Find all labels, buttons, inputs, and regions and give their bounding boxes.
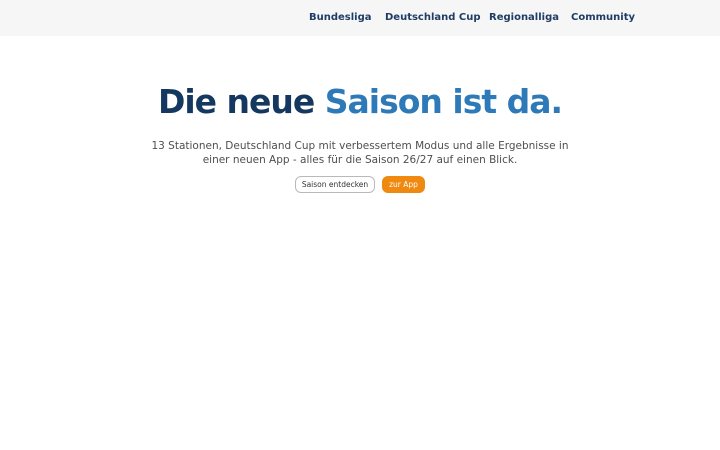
nav-item-regionalliga[interactable]: Regionalliga (489, 12, 559, 23)
headline-part-accent: Saison ist da. (324, 82, 563, 121)
nav-item-deutschland-cup[interactable]: Deutschland Cup (385, 12, 481, 23)
headline-part-dark: Die neue (157, 82, 315, 121)
open-app-button[interactable]: zur App (382, 176, 425, 193)
hero-headline: Die neue Saison ist da. (0, 82, 720, 121)
nav-item-community[interactable]: Community (571, 12, 635, 23)
nav-item-bundesliga[interactable]: Bundesliga (309, 12, 372, 23)
top-navigation-bar: Bundesliga Deutschland Cup Regionalliga … (0, 0, 720, 36)
hero-subtitle: 13 Stationen, Deutschland Cup mit verbes… (151, 140, 569, 166)
discover-season-button[interactable]: Saison entdecken (295, 176, 375, 193)
